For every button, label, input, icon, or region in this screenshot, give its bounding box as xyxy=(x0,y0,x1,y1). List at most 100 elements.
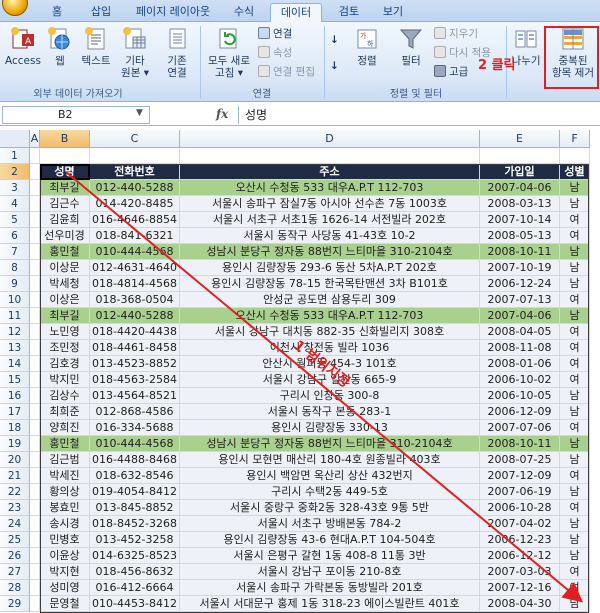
cell[interactable]: 여 xyxy=(560,500,590,516)
cell[interactable]: 2008-10-11 xyxy=(480,436,560,452)
cell[interactable]: 서울시 강남구 대치동 882-35 신화빌리지 308호 xyxy=(180,324,480,340)
advanced-filter-button[interactable]: 고급 xyxy=(434,64,468,80)
cell[interactable]: 012-440-5288 xyxy=(90,180,180,196)
cell[interactable]: 여 xyxy=(560,340,590,356)
cell-a[interactable] xyxy=(30,324,40,340)
row-header[interactable]: 16 xyxy=(0,388,30,404)
row-header[interactable]: 22 xyxy=(0,484,30,500)
connections-button[interactable]: 연결 xyxy=(258,26,292,42)
cell[interactable]: 010-444-4568 xyxy=(90,436,180,452)
tab-data[interactable]: 데이터 xyxy=(270,3,322,22)
cell[interactable]: 013-4523-8852 xyxy=(90,356,180,372)
sort-button[interactable]: 가하 정렬 xyxy=(348,24,386,82)
cell[interactable] xyxy=(40,148,90,164)
edit-links-button[interactable]: 연결 편집 xyxy=(258,64,315,80)
cell[interactable]: 서울시 서대문구 홍제 1동 318-23 에이스빌란트 401호 xyxy=(180,596,480,612)
row-header[interactable]: 17 xyxy=(0,404,30,420)
cell[interactable]: 오산시 수청동 533 대우A.P.T 112-703 xyxy=(180,180,480,196)
cell[interactable]: 남 xyxy=(560,244,590,260)
formula-input[interactable]: 성명 xyxy=(238,106,598,124)
cell[interactable]: 안성군 공도면 삼용두리 309 xyxy=(180,292,480,308)
cell[interactable]: 서울시 서초구 방배본동 784-2 xyxy=(180,516,480,532)
access-button[interactable]: A Access xyxy=(3,24,43,82)
cell[interactable]: 남 xyxy=(560,596,590,612)
cell-a[interactable] xyxy=(30,532,40,548)
cell[interactable]: 012-4631-4640 xyxy=(90,260,180,276)
column-header-e[interactable]: E xyxy=(480,130,560,148)
row-header[interactable]: 20 xyxy=(0,452,30,468)
tab-formulas[interactable]: 수식 xyxy=(228,3,260,22)
cell[interactable]: 2008-01-06 xyxy=(480,356,560,372)
cell[interactable]: 박세청 xyxy=(40,276,90,292)
worksheet-grid[interactable]: ABCDEF 1 2 3 4 5 6 7 8 9 10 11 12 13 14 15 16 17 18 19 20 21… xyxy=(0,130,600,613)
cell[interactable]: 조민정 xyxy=(40,340,90,356)
cell[interactable]: 서울시 강남구 포이동 210-8호 xyxy=(180,564,480,580)
cell[interactable]: 018-4420-4438 xyxy=(90,324,180,340)
cell[interactable]: 이천시 창전동 빌라 1036 xyxy=(180,340,480,356)
cell[interactable]: 2007-04-06 xyxy=(480,308,560,324)
cell[interactable]: 남 xyxy=(560,484,590,500)
cell-a[interactable] xyxy=(30,500,40,516)
cell[interactable]: 김근수 xyxy=(40,196,90,212)
cell[interactable]: 2008-04-30 xyxy=(480,596,560,612)
cell[interactable]: 구리시 인창동 300-8 xyxy=(180,388,480,404)
cell-a[interactable] xyxy=(30,436,40,452)
cell[interactable]: 박세진 xyxy=(40,468,90,484)
cell[interactable]: 2007-06-19 xyxy=(480,484,560,500)
tab-insert[interactable]: 삽입 xyxy=(86,3,116,22)
cell[interactable]: 019-4054-8412 xyxy=(90,484,180,500)
cell[interactable]: 014-6325-8523 xyxy=(90,548,180,564)
cell-a[interactable] xyxy=(30,404,40,420)
cell[interactable]: 2008-05-13 xyxy=(480,228,560,244)
cell[interactable] xyxy=(480,148,560,164)
cell[interactable]: 최희준 xyxy=(40,404,90,420)
row-header[interactable]: 2 xyxy=(0,164,30,180)
cell[interactable]: 013-4564-8521 xyxy=(90,388,180,404)
row-header[interactable]: 13 xyxy=(0,340,30,356)
column-header-f[interactable]: F xyxy=(560,130,590,148)
cell[interactable]: 016-4646-8854 xyxy=(90,212,180,228)
cell-a[interactable] xyxy=(30,228,40,244)
cell[interactable] xyxy=(30,148,40,164)
cell[interactable]: 양희진 xyxy=(40,420,90,436)
cell[interactable]: 여 xyxy=(560,356,590,372)
cell[interactable]: 여 xyxy=(560,212,590,228)
cell[interactable]: 남 xyxy=(560,308,590,324)
cell-a[interactable] xyxy=(30,276,40,292)
cell[interactable]: 018-8452-3268 xyxy=(90,516,180,532)
cell[interactable]: 황의상 xyxy=(40,484,90,500)
cell[interactable]: 용인시 김량장동 330-13 xyxy=(180,420,480,436)
name-box-dropdown-icon[interactable]: ▼ xyxy=(136,108,143,118)
cell[interactable]: 서울시 송파구 잠실7동 아시아 선수촌 7동 1003호 xyxy=(180,196,480,212)
cell[interactable]: 박지민 xyxy=(40,372,90,388)
cell[interactable]: 가입일 xyxy=(480,164,560,180)
cell[interactable]: 서울시 동작구 본동 283-1 xyxy=(180,404,480,420)
office-button-icon[interactable] xyxy=(2,0,28,16)
cell-a[interactable] xyxy=(30,596,40,612)
select-all-corner[interactable] xyxy=(0,130,30,148)
cell[interactable]: 서울시 송파구 가락본동 동방빌라 201호 xyxy=(180,580,480,596)
cell[interactable]: 016-334-5688 xyxy=(90,420,180,436)
cell[interactable] xyxy=(90,148,180,164)
cell[interactable]: 용인시 모현면 매산리 180-4호 원종빌라 403호 xyxy=(180,452,480,468)
other-sources-button[interactable]: 기타 원본 ▾ xyxy=(118,24,152,82)
row-header[interactable]: 28 xyxy=(0,580,30,596)
cell[interactable]: 018-632-8546 xyxy=(90,468,180,484)
row-header[interactable]: 15 xyxy=(0,372,30,388)
cell-a[interactable] xyxy=(30,244,40,260)
cell[interactable]: 주소 xyxy=(180,164,480,180)
cell[interactable]: 남 xyxy=(560,180,590,196)
fx-icon[interactable]: fx xyxy=(216,107,228,121)
cell[interactable]: 2008-04-05 xyxy=(480,324,560,340)
cell[interactable]: 여 xyxy=(560,228,590,244)
cell[interactable]: 여 xyxy=(560,372,590,388)
properties-button[interactable]: 속성 xyxy=(258,45,292,61)
row-header[interactable]: 24 xyxy=(0,516,30,532)
sort-ascending-button[interactable]: ↓ xyxy=(330,32,339,48)
cell[interactable]: 018-368-0504 xyxy=(90,292,180,308)
cell[interactable]: 012-440-5288 xyxy=(90,308,180,324)
column-header-a[interactable]: A xyxy=(30,130,40,148)
cell[interactable]: 남 xyxy=(560,276,590,292)
cell[interactable]: 최부길 xyxy=(40,180,90,196)
cell[interactable]: 2007-12-09 xyxy=(480,468,560,484)
